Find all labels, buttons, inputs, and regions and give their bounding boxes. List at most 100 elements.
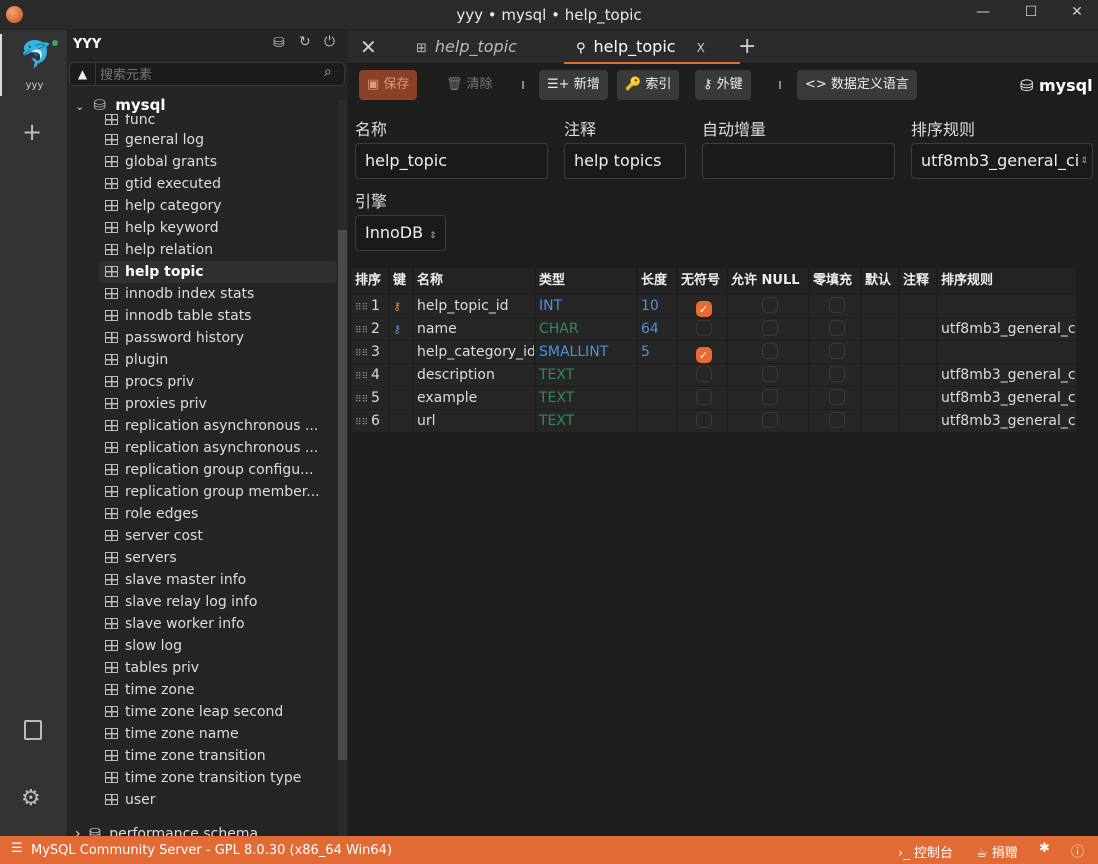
cell[interactable]: description [414, 364, 534, 386]
unsigned-checkbox[interactable]: ✓ [695, 301, 712, 317]
cell[interactable] [728, 341, 808, 363]
add-column-button[interactable]: ☰+ 新增 [539, 70, 608, 100]
table-item[interactable]: help topic [99, 261, 337, 283]
unsigned-checkbox[interactable] [695, 320, 712, 336]
table-item[interactable]: role edges [105, 503, 350, 525]
table-item[interactable]: time zone [105, 679, 350, 701]
foreign-key-button[interactable]: ⚷ 外键 [695, 70, 751, 100]
cell[interactable] [938, 341, 1076, 363]
unsigned-checkbox[interactable] [695, 389, 712, 405]
cell[interactable] [638, 387, 676, 409]
table-item[interactable]: time zone transition [105, 745, 350, 767]
cell[interactable]: CHAR [536, 318, 636, 340]
cell[interactable]: help_category_id [414, 341, 534, 363]
cell[interactable]: ⠿⠿ 6 [352, 410, 388, 432]
add-connection-button[interactable]: + [22, 118, 42, 146]
tools-icon[interactable]: ✕ [360, 30, 377, 64]
console-button[interactable]: ›_ 控制台 [898, 842, 953, 861]
drag-handle-icon[interactable]: ⠿⠿ [355, 395, 371, 405]
cell[interactable]: utf8mb3_general_ci [938, 387, 1076, 409]
cell[interactable] [900, 318, 936, 340]
cell[interactable]: TEXT [536, 410, 636, 432]
database-node-performance-schema[interactable]: › ⛁ performance schema [75, 826, 258, 836]
cell[interactable]: TEXT [536, 364, 636, 386]
table-item[interactable]: password history [105, 327, 350, 349]
table-item[interactable]: gtid executed [105, 173, 350, 195]
cell[interactable]: ⠿⠿ 3 [352, 341, 388, 363]
table-item[interactable]: slave worker info [105, 613, 350, 635]
donate-button[interactable]: ☕ 捐赠 [976, 842, 1018, 861]
table-item[interactable]: general log [105, 129, 350, 151]
cell[interactable]: utf8mb3_general_ci [938, 318, 1076, 340]
cell[interactable]: TEXT [536, 387, 636, 409]
cell[interactable]: SMALLINT [536, 341, 636, 363]
nullable-checkbox[interactable] [761, 389, 778, 405]
engine-select[interactable]: InnoDB ⇕ [355, 215, 446, 251]
cell[interactable] [390, 410, 412, 432]
cell[interactable] [678, 318, 726, 340]
cell[interactable] [810, 410, 860, 432]
zerofill-checkbox[interactable] [828, 343, 845, 359]
minimize-button[interactable]: — [968, 4, 998, 26]
cell[interactable]: name [414, 318, 534, 340]
ddl-button[interactable]: <> 数据定义语言 [797, 70, 917, 100]
cell[interactable] [862, 387, 898, 409]
column-header[interactable]: 排序 [352, 268, 388, 294]
info-icon[interactable]: ⓘ [1071, 841, 1084, 860]
unsigned-checkbox[interactable]: ✓ [695, 347, 712, 363]
table-item[interactable]: help keyword [105, 217, 350, 239]
cell[interactable] [728, 318, 808, 340]
close-button[interactable]: ✕ [1062, 4, 1092, 26]
cell[interactable] [862, 364, 898, 386]
cell[interactable]: example [414, 387, 534, 409]
connection-yyy[interactable]: 🐬 yyy [0, 34, 67, 96]
cell[interactable]: ⠿⠿ 5 [352, 387, 388, 409]
drag-handle-icon[interactable]: ⠿⠿ [355, 326, 371, 336]
table-item[interactable]: time zone name [105, 723, 350, 745]
nullable-checkbox[interactable] [761, 366, 778, 382]
table-item[interactable]: slave relay log info [105, 591, 350, 613]
disconnect-icon[interactable]: ⏻ [324, 34, 335, 50]
table-item[interactable]: help category [105, 195, 350, 217]
table-item[interactable]: innodb table stats [105, 305, 350, 327]
zerofill-checkbox[interactable] [828, 320, 845, 336]
cell[interactable]: ⠿⠿ 4 [352, 364, 388, 386]
cell[interactable] [900, 295, 936, 317]
cell[interactable]: utf8mb3_general_ci [938, 410, 1076, 432]
cell[interactable]: ⚷ [390, 295, 412, 317]
cell[interactable]: ⚷ [390, 318, 412, 340]
cell[interactable] [900, 387, 936, 409]
table-item[interactable]: slow log [105, 635, 350, 657]
nullable-checkbox[interactable] [761, 320, 778, 336]
cell[interactable]: 64 [638, 318, 676, 340]
refresh-icon[interactable]: ↻ [299, 34, 311, 50]
cell[interactable] [728, 295, 808, 317]
cell[interactable] [900, 364, 936, 386]
column-header[interactable]: 零填充 [810, 268, 860, 294]
cell[interactable] [938, 295, 1076, 317]
cell[interactable]: 5 [638, 341, 676, 363]
table-item[interactable]: servers [105, 547, 350, 569]
column-header[interactable]: 键 [390, 268, 412, 294]
tab-close-icon[interactable]: X [697, 41, 705, 55]
cell[interactable]: ⠿⠿ 2 [352, 318, 388, 340]
search-input[interactable] [100, 64, 320, 84]
column-header[interactable]: 类型 [536, 268, 636, 294]
cell[interactable] [638, 364, 676, 386]
drag-handle-icon[interactable]: ⠿⠿ [355, 372, 371, 382]
new-tab-button[interactable]: + [738, 30, 756, 64]
cell[interactable] [810, 295, 860, 317]
database-node-mysql[interactable]: ⌄ ⛁ mysql [75, 96, 165, 116]
table-item[interactable]: replication asynchronous ... [105, 415, 350, 437]
column-header[interactable]: 名称 [414, 268, 534, 294]
zerofill-checkbox[interactable] [828, 389, 845, 405]
index-button[interactable]: 🔑 索引 [617, 70, 680, 100]
settings-gear-icon[interactable]: ⚙ [21, 786, 41, 811]
drag-handle-icon[interactable]: ⠿⠿ [355, 418, 371, 428]
table-item[interactable]: plugin [105, 349, 350, 371]
cell[interactable]: help_topic_id [414, 295, 534, 317]
cell[interactable] [728, 364, 808, 386]
nullable-checkbox[interactable] [761, 412, 778, 428]
maximize-button[interactable]: ☐ [1016, 4, 1046, 26]
zerofill-checkbox[interactable] [828, 297, 845, 313]
